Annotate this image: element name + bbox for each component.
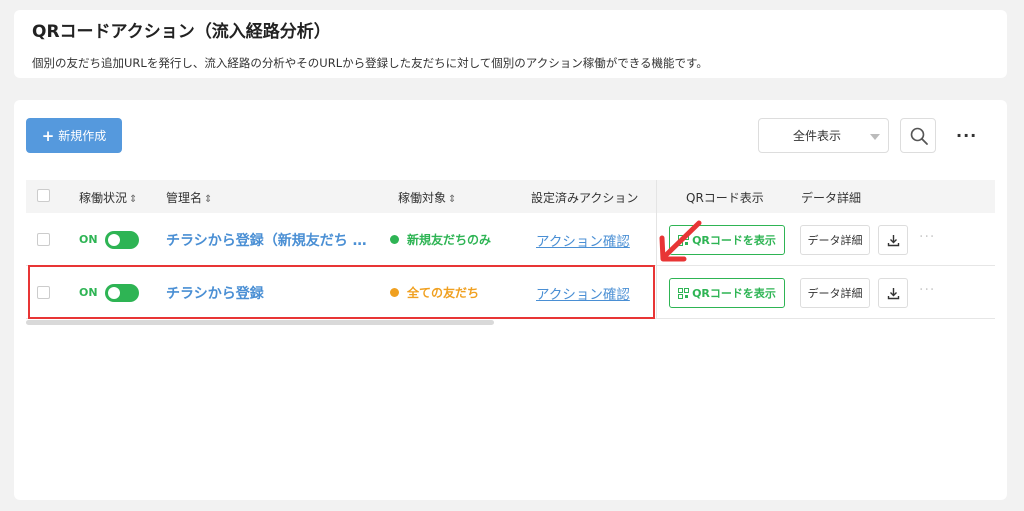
row-checkbox[interactable]: [37, 233, 50, 246]
show-qr-button[interactable]: QRコードを表示: [669, 225, 785, 255]
target-dot-icon: [390, 235, 399, 244]
header-card: QRコードアクション（流入経路分析） 個別の友だち追加URLを発行し、流入経路の…: [14, 10, 1007, 78]
search-icon: [910, 127, 928, 145]
management-name-link[interactable]: チラシから登録（新規友だち …: [166, 230, 367, 250]
horizontal-scrollbar[interactable]: [26, 320, 494, 325]
sort-icon: ⇕: [448, 194, 457, 205]
table-header: 稼働状況 ⇕ 管理名 ⇕ 稼働対象 ⇕ 設定済みアクション QRコード表示 データ詳細: [26, 180, 995, 213]
toggle-knob: [108, 234, 120, 246]
toggle-knob: [108, 287, 120, 299]
more-options-button[interactable]: ···: [956, 126, 977, 145]
download-button[interactable]: [878, 278, 908, 308]
filter-select[interactable]: 全件表示: [758, 118, 889, 153]
page-title: QRコードアクション（流入経路分析）: [32, 22, 331, 42]
sort-icon: ⇕: [204, 194, 213, 205]
qr-code-icon: [678, 287, 690, 299]
data-detail-button[interactable]: データ詳細: [800, 225, 870, 255]
column-qr: QRコード表示: [686, 191, 764, 205]
status-label: ON: [79, 233, 98, 246]
action-confirm-link[interactable]: アクション確認: [536, 230, 630, 250]
column-status[interactable]: 稼働状況 ⇕: [79, 189, 137, 206]
row-checkbox[interactable]: [37, 286, 50, 299]
download-icon: [887, 288, 900, 300]
column-actions: 設定済みアクション: [531, 191, 639, 205]
column-name[interactable]: 管理名 ⇕: [166, 189, 212, 206]
new-create-label: 新規作成: [58, 129, 107, 143]
status-toggle[interactable]: [105, 231, 139, 249]
page-description: 個別の友だち追加URLを発行し、流入経路の分析やそのURLから登録した友だちに対…: [32, 56, 708, 70]
download-button[interactable]: [878, 225, 908, 255]
qr-code-icon: [678, 234, 690, 246]
status-toggle[interactable]: [105, 284, 139, 302]
caret-down-icon: [870, 134, 880, 140]
column-target[interactable]: 稼働対象 ⇕: [398, 189, 456, 206]
row-more-icon[interactable]: ···: [919, 229, 935, 245]
plus-icon: +: [41, 126, 55, 145]
show-qr-button[interactable]: QRコードを表示: [669, 278, 785, 308]
new-create-button[interactable]: + 新規作成: [26, 118, 122, 153]
main-card: + 新規作成 全件表示 ··· 稼働状況 ⇕ 管理名 ⇕ 稼働対象 ⇕ 設定済みアクシ…: [14, 100, 1007, 500]
column-detail: データ詳細: [801, 191, 862, 205]
download-icon: [887, 235, 900, 247]
target-dot-icon: [390, 288, 399, 297]
data-detail-button[interactable]: データ詳細: [800, 278, 870, 308]
sort-icon: ⇕: [129, 194, 138, 205]
search-button[interactable]: [900, 118, 936, 153]
filter-selected-value: 全件表示: [793, 129, 842, 143]
status-label: ON: [79, 286, 98, 299]
select-all-checkbox[interactable]: [37, 189, 50, 202]
target-label: 全ての友だち: [407, 286, 480, 300]
row-more-icon[interactable]: ···: [919, 282, 935, 298]
target-label: 新規友だちのみ: [407, 233, 492, 247]
action-confirm-link[interactable]: アクション確認: [536, 283, 630, 303]
table-row: ON チラシから登録（新規友だち … 新規友だちのみ アクション確認 QRコード…: [26, 214, 995, 266]
table-row: ON チラシから登録 全ての友だち アクション確認 QRコードを表示 データ詳細…: [26, 267, 995, 319]
management-name-link[interactable]: チラシから登録: [166, 283, 264, 303]
